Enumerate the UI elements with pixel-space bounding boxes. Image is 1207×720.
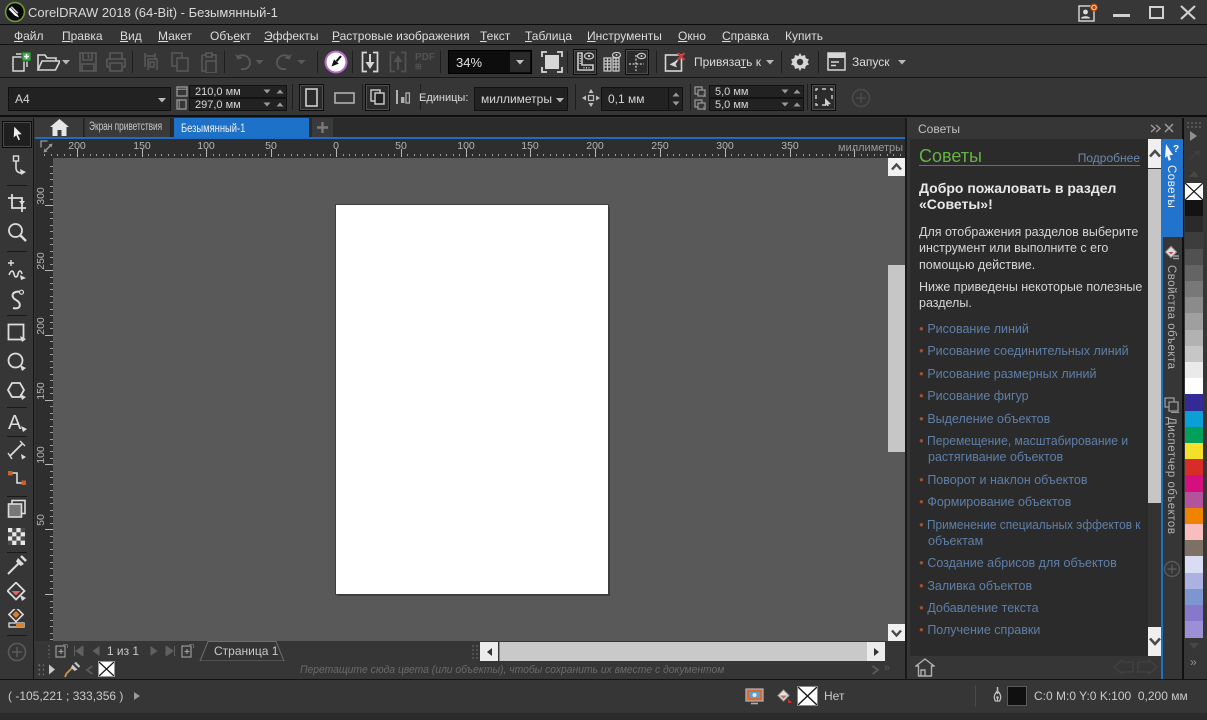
svg-text:y: y bbox=[703, 106, 706, 110]
svg-text:?: ? bbox=[1173, 144, 1179, 155]
svg-text:x: x bbox=[703, 93, 706, 97]
svg-text:A: A bbox=[8, 412, 22, 434]
